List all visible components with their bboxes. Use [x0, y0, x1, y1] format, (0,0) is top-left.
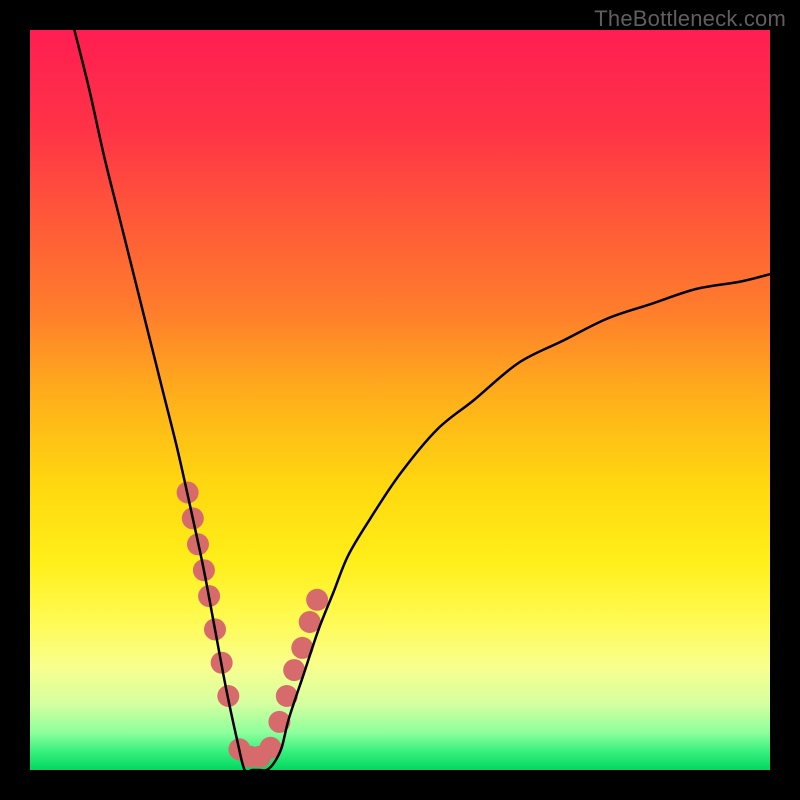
- watermark-text: TheBottleneck.com: [594, 6, 786, 32]
- plot-area: [30, 30, 770, 770]
- plot-gradient-bg: [30, 30, 770, 770]
- chart-stage: TheBottleneck.com: [0, 0, 800, 800]
